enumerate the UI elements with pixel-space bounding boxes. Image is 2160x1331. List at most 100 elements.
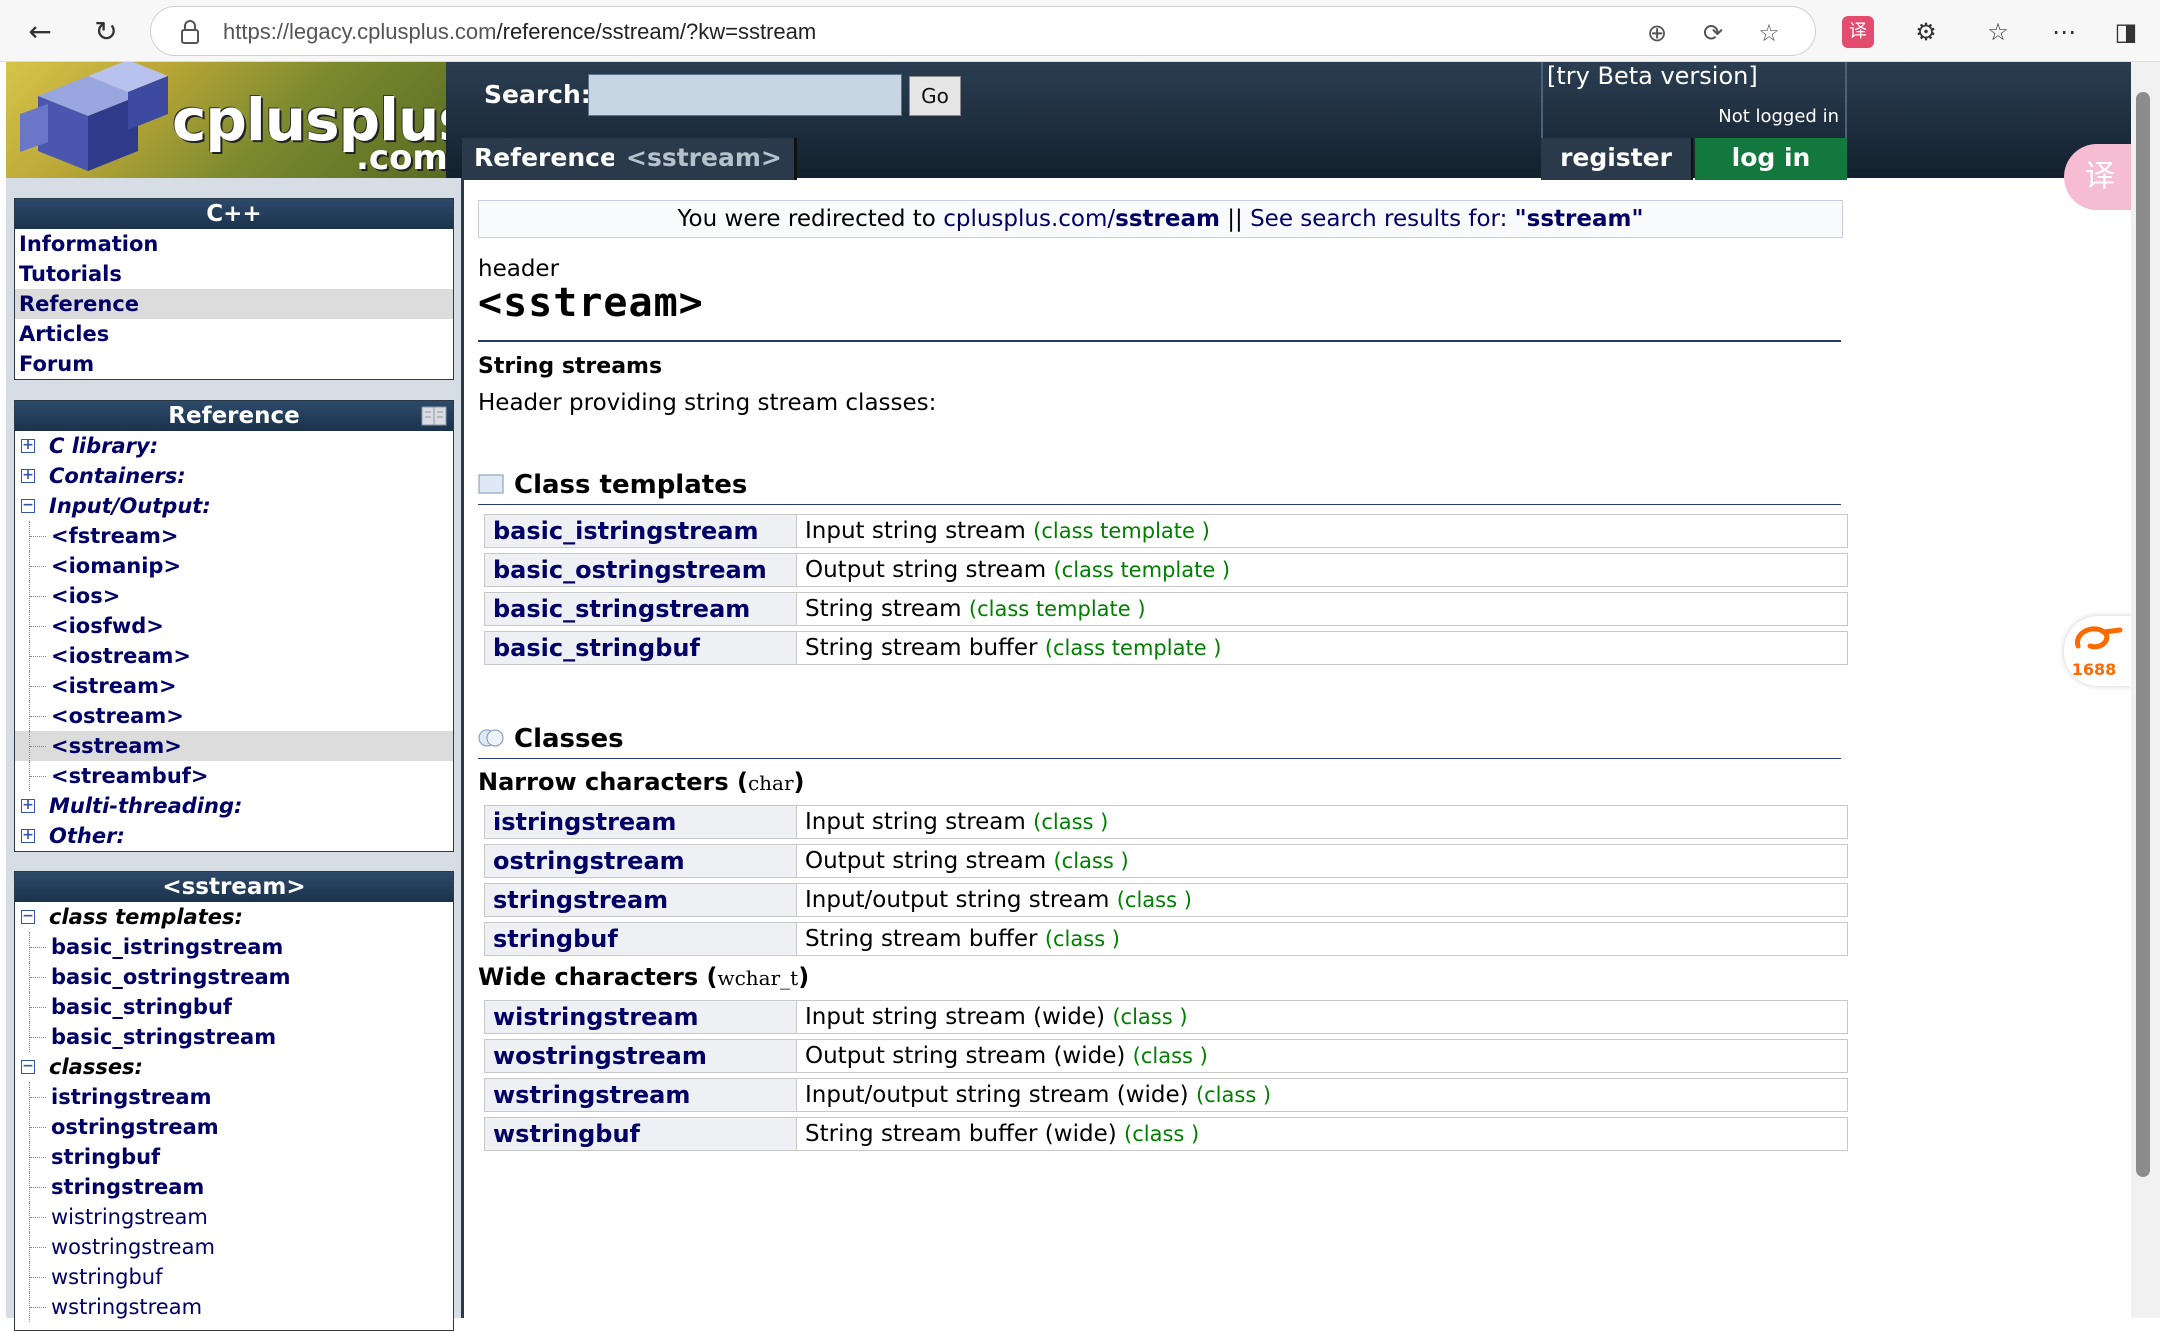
class-link[interactable]: stringstream <box>485 884 797 916</box>
tree-item-classes[interactable]: − classes: <box>15 1052 453 1082</box>
class-link[interactable]: basic_stringstream <box>485 593 797 625</box>
cpp-menu-box: C++ Information Tutorials Reference Arti… <box>14 198 454 380</box>
register-button[interactable]: register <box>1541 138 1693 180</box>
tree-item-containers[interactable]: + Containers: <box>15 461 453 491</box>
class-description: Output string stream (class ) <box>805 845 1129 877</box>
tree-label: <fstream> <box>51 524 179 548</box>
expand-icon[interactable]: + <box>21 438 35 453</box>
class-description: Input string stream (class template ) <box>805 515 1210 547</box>
go-button[interactable]: Go <box>909 76 961 116</box>
tree-label: C library: <box>49 434 159 458</box>
redirect-link[interactable]: cplusplus.com/ <box>943 206 1115 232</box>
class-kind-tag: (class ) <box>1132 1044 1208 1068</box>
tree-item-ostringstream[interactable]: ostringstream <box>15 1112 453 1142</box>
beta-link[interactable]: [try Beta version] <box>1547 62 1758 90</box>
class-link[interactable]: basic_istringstream <box>485 515 797 547</box>
tree-item-iostream[interactable]: <iostream> <box>15 641 453 671</box>
tree-item-iomanip[interactable]: <iomanip> <box>15 551 453 581</box>
back-arrow-icon[interactable]: ← <box>22 14 58 50</box>
translate-icon[interactable]: 译 <box>2064 144 2136 210</box>
tree-item-ios[interactable]: <ios> <box>15 581 453 611</box>
tree-item-fstream[interactable]: <fstream> <box>15 521 453 551</box>
expand-icon[interactable]: + <box>21 828 35 843</box>
alibaba-1688-widget[interactable]: 1688 <box>2064 616 2132 686</box>
tree-item-stringstream[interactable]: stringstream <box>15 1172 453 1202</box>
tree-item-multi-threading[interactable]: + Multi-threading: <box>15 791 453 821</box>
site-logo[interactable]: cplusplus .com <box>6 62 446 178</box>
tree-label: classes: <box>49 1055 143 1079</box>
class-kind-tag: (class ) <box>1033 810 1109 834</box>
tree-item-other[interactable]: + Other: <box>15 821 453 851</box>
favorite-star-icon[interactable]: ☆ <box>1755 19 1783 47</box>
class-description: String stream buffer (wide) (class ) <box>805 1118 1199 1150</box>
class-desc-text: Output string stream (wide) <box>805 1043 1126 1069</box>
menu-item-forum[interactable]: Forum <box>15 349 453 379</box>
sidebar-toggle-icon[interactable]: ◨ <box>2110 16 2142 48</box>
zoom-icon[interactable]: ⊕ <box>1643 19 1671 47</box>
search-query[interactable]: "sstream" <box>1515 206 1644 232</box>
tree-item-iosfwd[interactable]: <iosfwd> <box>15 611 453 641</box>
address-bar[interactable]: https://legacy.cplusplus.com/reference/s… <box>150 6 1816 56</box>
class-link[interactable]: wostringstream <box>485 1040 797 1072</box>
breadcrumb-sstream[interactable]: <sstream> <box>614 138 797 180</box>
class-link[interactable]: wistringstream <box>485 1001 797 1033</box>
tree-item-c-library[interactable]: + C library: <box>15 431 453 461</box>
tree-item-streambuf[interactable]: <streambuf> <box>15 761 453 791</box>
tree-item-istringstream[interactable]: istringstream <box>15 1082 453 1112</box>
tree-item-stringbuf[interactable]: stringbuf <box>15 1142 453 1172</box>
alibaba-logo-icon <box>2075 626 2123 650</box>
translate-extension-icon[interactable]: 译 <box>1842 16 1874 48</box>
login-button[interactable]: log in <box>1695 138 1847 180</box>
tree-item-basic-istringstream[interactable]: basic_istringstream <box>15 932 453 962</box>
menu-item-tutorials[interactable]: Tutorials <box>15 259 453 289</box>
tree-item-basic-stringstream[interactable]: basic_stringstream <box>15 1022 453 1052</box>
class-link[interactable]: wstringbuf <box>485 1118 797 1150</box>
tree-item-ostream[interactable]: <ostream> <box>15 701 453 731</box>
class-link[interactable]: stringbuf <box>485 923 797 955</box>
book-icon[interactable] <box>421 405 447 427</box>
tree-connector <box>29 521 46 551</box>
tree-item-basic-stringbuf[interactable]: basic_stringbuf <box>15 992 453 1022</box>
breadcrumb-reference[interactable]: Reference <box>462 138 632 180</box>
tree-connector <box>29 1142 46 1172</box>
reference-box-title-text: Reference <box>168 403 300 429</box>
collapse-icon[interactable]: − <box>21 909 35 924</box>
menu-item-articles[interactable]: Articles <box>15 319 453 349</box>
tree-item-basic-ostringstream[interactable]: basic_ostringstream <box>15 962 453 992</box>
tree-connector <box>29 1202 46 1232</box>
redirect-target[interactable]: sstream <box>1115 206 1220 232</box>
table-row: wstringstream Input/output string stream … <box>484 1078 1848 1112</box>
expand-icon[interactable]: + <box>21 468 35 483</box>
extensions-icon[interactable]: ⚙ <box>1910 16 1942 48</box>
collapse-icon[interactable]: − <box>21 1059 35 1074</box>
tree-item-wistringstream[interactable]: wistringstream <box>15 1202 453 1232</box>
tree-label: <iomanip> <box>51 554 182 578</box>
search-results-link[interactable]: See search results for: <box>1250 206 1515 232</box>
refresh-icon[interactable]: ↻ <box>88 14 124 50</box>
class-description: Output string stream (class template ) <box>805 554 1230 586</box>
tree-item-wostringstream[interactable]: wostringstream <box>15 1232 453 1262</box>
class-link[interactable]: wstringstream <box>485 1079 797 1111</box>
favorites-icon[interactable]: ☆ <box>1982 16 2014 48</box>
tree-item-istream[interactable]: <istream> <box>15 671 453 701</box>
class-desc-text: String stream <box>805 596 962 622</box>
menu-item-reference[interactable]: Reference <box>15 289 453 319</box>
menu-item-information[interactable]: Information <box>15 229 453 259</box>
tree-item-wstringbuf[interactable]: wstringbuf <box>15 1262 453 1292</box>
expand-icon[interactable]: + <box>21 798 35 813</box>
tree-label: stringbuf <box>51 1145 161 1169</box>
class-link[interactable]: istringstream <box>485 806 797 838</box>
tree-item-sstream[interactable]: <sstream> <box>15 731 453 761</box>
tree-item-input-output[interactable]: − Input/Output: <box>15 491 453 521</box>
tree-item-class-templates[interactable]: − class templates: <box>15 902 453 932</box>
tree-label: <ostream> <box>51 704 184 728</box>
class-kind-tag: (class ) <box>1116 888 1192 912</box>
class-link[interactable]: basic_ostringstream <box>485 554 797 586</box>
more-icon[interactable]: ⋯ <box>2048 16 2080 48</box>
collapse-icon[interactable]: − <box>21 498 35 513</box>
class-link[interactable]: basic_stringbuf <box>485 632 797 664</box>
edge-refresh-icon[interactable]: ⟳ <box>1699 19 1727 47</box>
search-input[interactable] <box>588 74 902 116</box>
class-link[interactable]: ostringstream <box>485 845 797 877</box>
scrollbar-thumb[interactable] <box>2136 92 2150 1177</box>
